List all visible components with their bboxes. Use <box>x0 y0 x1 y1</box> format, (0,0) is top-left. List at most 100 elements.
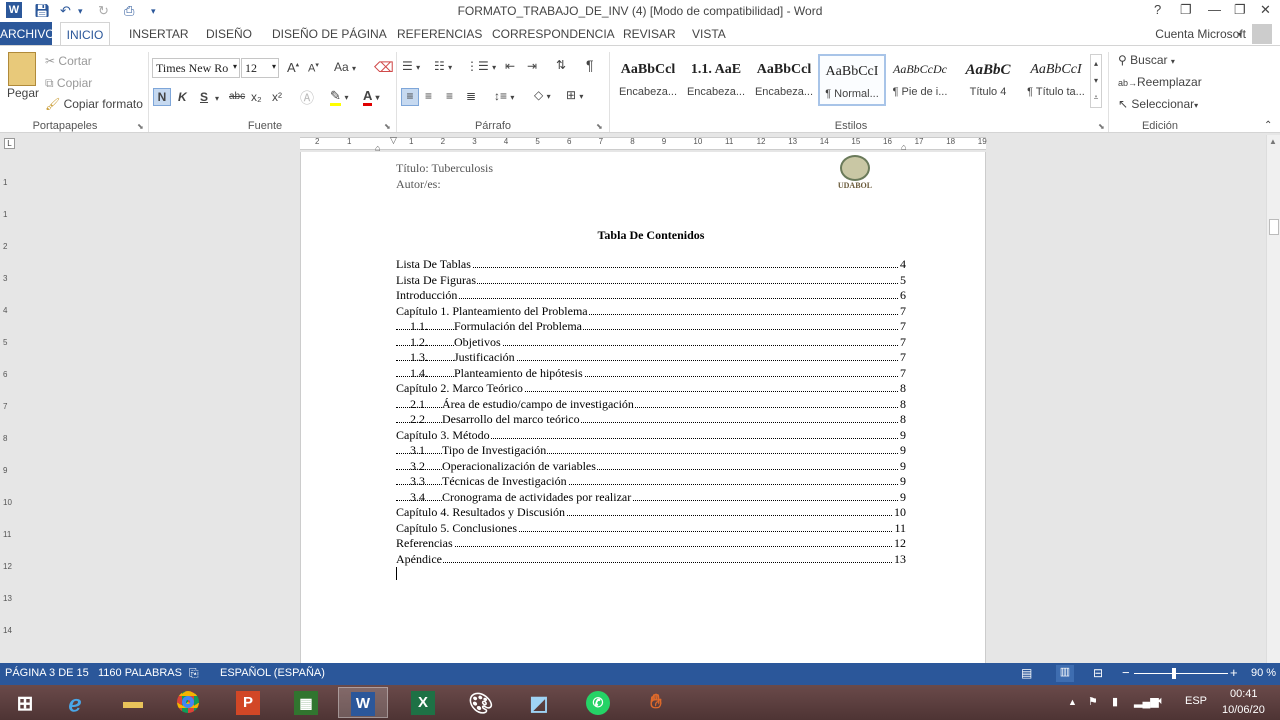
toc-entry[interactable]: Lista De Figuras 5 <box>396 272 906 289</box>
tab-diseno[interactable]: DISEÑO <box>206 27 252 41</box>
clock-date[interactable]: 10/06/20 <box>1222 704 1265 716</box>
toc-entry[interactable]: Capítulo 4. Resultados y Discusión 10 <box>396 505 906 521</box>
scrollbar-thumb[interactable] <box>1269 219 1279 235</box>
vertical-scrollbar[interactable]: ▲ <box>1266 135 1280 663</box>
document-page[interactable]: Título: Tuberculosis Autor/es: UDABOL Ta… <box>300 152 986 664</box>
style-normal[interactable]: AaBbCcI ¶ Normal... <box>818 54 886 106</box>
toc-entry[interactable]: Lista De Tablas 4 <box>396 257 906 273</box>
highlight-icon[interactable]: ✎ ▾ <box>330 88 349 106</box>
chrome-icon[interactable] <box>163 687 213 718</box>
input-language[interactable]: ESP <box>1185 695 1207 707</box>
change-case-button[interactable]: Aa ▾ <box>334 60 356 74</box>
ie-icon[interactable]: ℯ <box>50 687 100 718</box>
horizontal-ruler[interactable]: L ▽ ⌂ ⌂ 2 1 1 2 3 4 5 6 7 8 9 10 11 12 13 14 15 16 17 18 19 <box>0 135 1280 153</box>
vertical-ruler[interactable]: 1 1 2 3 4 5 6 7 8 9 10 11 12 13 14 <box>0 152 14 664</box>
toc-entry[interactable]: 3.4 Cronograma de actividades por realiza… <box>396 489 906 506</box>
first-line-indent-marker[interactable]: ▽ <box>390 135 397 146</box>
justify-icon[interactable]: ≣ <box>466 89 476 103</box>
start-button[interactable]: ⊞ <box>0 687 50 718</box>
print-layout-icon[interactable]: ▥ <box>1056 665 1074 682</box>
close-button[interactable]: ✕ <box>1260 2 1271 18</box>
page-count[interactable]: PÁGINA 3 DE 15 <box>5 667 89 679</box>
paragraph-launcher-icon[interactable]: ⬊ <box>596 122 603 131</box>
grow-font-button[interactable]: A▴ <box>287 60 299 75</box>
bold-button[interactable]: N <box>153 88 171 106</box>
tab-referencias[interactable]: REFERENCIAS <box>397 27 482 41</box>
avatar[interactable] <box>1252 24 1272 44</box>
style-caption[interactable]: AaBbCcDc ¶ Pie de i... <box>886 54 954 106</box>
show-formatting-button[interactable]: ¶ <box>586 57 594 73</box>
clipboard-launcher-icon[interactable]: ⬊ <box>137 122 144 131</box>
toc-entry[interactable]: 3.2 Operacionalización de variables 9 <box>396 458 906 475</box>
header-author[interactable]: Autor/es: <box>396 177 441 192</box>
toc-entry[interactable]: Introducción 6 <box>396 288 906 304</box>
strikethrough-button[interactable]: abc <box>229 91 245 102</box>
style-heading-1[interactable]: AaBbCcl Encabeza... <box>614 54 682 106</box>
web-layout-icon[interactable]: ⊟ <box>1093 666 1103 680</box>
project-icon[interactable]: ▦ <box>281 687 331 718</box>
account-dropdown-icon[interactable]: ▾ <box>1238 30 1242 39</box>
select-button[interactable]: ↖ Seleccionar▾ <box>1118 97 1198 111</box>
toc-entry[interactable]: 1.2. Objetivos 7 <box>396 334 906 351</box>
font-launcher-icon[interactable]: ⬊ <box>384 122 391 131</box>
zoom-level[interactable]: 90 % <box>1251 667 1276 679</box>
zoom-in-button[interactable]: + <box>1230 665 1238 680</box>
toc-entry[interactable]: Apéndice 13 <box>396 551 906 568</box>
notes-icon[interactable]: ◩ <box>514 687 564 718</box>
toc-entry[interactable]: 3.1 Tipo de Investigación 9 <box>396 443 906 459</box>
language-indicator[interactable]: ESPAÑOL (ESPAÑA) <box>220 667 325 679</box>
styles-launcher-icon[interactable]: ⬊ <box>1098 122 1105 131</box>
zoom-slider-thumb[interactable] <box>1172 668 1176 679</box>
toc-entry[interactable]: 3.3 Técnicas de Investigación 9 <box>396 474 906 490</box>
proofing-icon[interactable]: ⎘ <box>189 666 199 681</box>
italic-button[interactable]: K <box>178 90 187 104</box>
zoom-out-button[interactable]: − <box>1122 665 1130 680</box>
borders-icon[interactable]: ⊞ ▾ <box>566 88 583 102</box>
bullets-icon[interactable]: ☰ ▾ <box>402 59 420 73</box>
collapse-ribbon-icon[interactable]: ⌃ <box>1264 120 1272 131</box>
sort-icon[interactable]: ⇅ <box>556 58 566 72</box>
replace-button[interactable]: ab→Reemplazar <box>1118 75 1202 89</box>
read-mode-icon[interactable]: ▤ <box>1021 666 1032 680</box>
restore-button[interactable]: ❐ <box>1234 2 1246 18</box>
decrease-indent-icon[interactable]: ⇤ <box>505 59 515 73</box>
toc-heading[interactable]: Tabla De Contenidos <box>396 228 906 243</box>
tray-expand-icon[interactable]: ▲ <box>1068 697 1077 707</box>
align-right-icon[interactable]: ≡ <box>446 89 453 103</box>
tab-insertar[interactable]: INSERTAR <box>129 27 189 41</box>
align-center-icon[interactable]: ≡ <box>425 89 432 103</box>
word-count[interactable]: 1160 PALABRAS <box>98 667 182 679</box>
tab-diseno-pagina[interactable]: DISEÑO DE PÁGINA <box>272 27 387 41</box>
toc-entry[interactable]: 1.4. Planteamiento de hipótesis 7 <box>396 365 906 382</box>
paint-icon[interactable]: 🎨︎ <box>456 687 506 718</box>
header-title[interactable]: Título: Tuberculosis <box>396 161 493 176</box>
scroll-up-icon[interactable]: ▲ <box>1269 137 1277 146</box>
network-icon[interactable]: ▂▄▆ <box>1134 695 1159 708</box>
app-icon[interactable]: ✋︎ <box>631 687 681 718</box>
whatsapp-icon[interactable]: ✆ <box>573 687 623 718</box>
clear-formatting-icon[interactable]: ⌫ <box>374 59 394 76</box>
format-painter-button[interactable]: 🖌︎ Copiar formato <box>45 97 143 111</box>
toc-entry[interactable]: 2.1 Área de estudio/campo de investigació… <box>396 396 906 413</box>
tab-selector-icon[interactable]: L <box>4 138 15 149</box>
toc-entry[interactable]: Capítulo 3. Método 9 <box>396 427 906 444</box>
underline-button[interactable]: S <box>200 90 208 104</box>
font-color-icon[interactable]: A ▾ <box>363 88 380 106</box>
styles-scroll-icon[interactable]: ▴ ▾ ⩡ <box>1090 54 1102 108</box>
toc-entry[interactable]: 2.2 Desarrollo del marco teórico 8 <box>396 412 906 428</box>
word-icon[interactable]: W <box>338 687 388 718</box>
style-heading-3[interactable]: AaBbCcl Encabeza... <box>750 54 818 106</box>
shrink-font-button[interactable]: A▾ <box>308 61 319 75</box>
toc-entry[interactable]: 1.1. Formulación del Problema 7 <box>396 319 906 335</box>
account-menu[interactable]: Cuenta Microsoft <box>1155 27 1246 41</box>
increase-indent-icon[interactable]: ⇥ <box>527 59 537 73</box>
ribbon-display-options-icon[interactable]: ❐ <box>1180 2 1192 18</box>
text-effects-icon[interactable]: Ⓐ <box>300 88 314 108</box>
find-button[interactable]: ⚲ Buscar ▾ <box>1118 53 1175 67</box>
numbering-icon[interactable]: ☷ ▾ <box>434 59 452 73</box>
superscript-button[interactable]: x² <box>272 90 282 104</box>
style-heading-2[interactable]: 1.1. AaE Encabeza... <box>682 54 750 106</box>
chevron-down-icon[interactable]: ▾ <box>215 94 219 103</box>
shading-icon[interactable]: ◇ ▾ <box>534 88 551 102</box>
tab-archivo[interactable]: ARCHIVO <box>0 22 55 46</box>
